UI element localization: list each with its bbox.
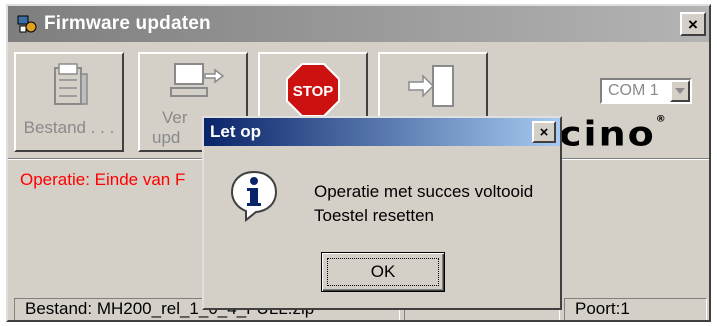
focus-rectangle	[327, 258, 439, 286]
window-close-button[interactable]: ×	[680, 12, 706, 36]
com-port-select[interactable]: COM 1	[600, 78, 692, 104]
app-icon	[16, 13, 38, 35]
verify-update-label-line2: upd	[152, 128, 181, 147]
firmware-update-window: Firmware updaten × Bestand . . . Ver upd…	[6, 4, 711, 322]
info-icon	[228, 168, 280, 229]
com-port-value: COM 1	[608, 82, 659, 99]
chevron-down-icon[interactable]	[670, 80, 690, 102]
dialog-message-line2: Toestel resetten	[314, 206, 435, 225]
exit-door-icon	[380, 62, 486, 117]
alert-dialog: Let op × Operatie met succes voltooid To…	[202, 116, 562, 310]
open-file-label: Bestand . . .	[23, 118, 115, 137]
window-titlebar[interactable]: Firmware updaten ×	[8, 6, 709, 42]
dialog-message-line1: Operatie met succes voltooid	[314, 182, 534, 201]
operation-status-text: Operatie: Einde van F	[20, 170, 186, 189]
dialog-message: Operatie met succes voltooid Toestel res…	[314, 180, 533, 228]
stop-sign-icon: STOP	[260, 62, 366, 123]
file-cabinet-icon	[16, 62, 122, 115]
dialog-close-button[interactable]: ×	[532, 121, 556, 143]
stop-sign-text: STOP	[293, 83, 334, 100]
verify-update-label-line1: Ver	[162, 108, 188, 127]
open-file-button[interactable]: Bestand . . .	[14, 52, 124, 152]
window-title: Firmware updaten	[44, 13, 211, 34]
registered-mark: ®	[655, 114, 666, 125]
computer-arrow-icon	[140, 62, 246, 111]
dialog-title: Let op	[210, 122, 261, 141]
status-port-pane: Poort:1	[564, 298, 707, 320]
dialog-titlebar[interactable]: Let op ×	[204, 118, 560, 146]
ok-button[interactable]: OK	[321, 252, 445, 292]
brand-logo: icino®	[544, 114, 709, 154]
